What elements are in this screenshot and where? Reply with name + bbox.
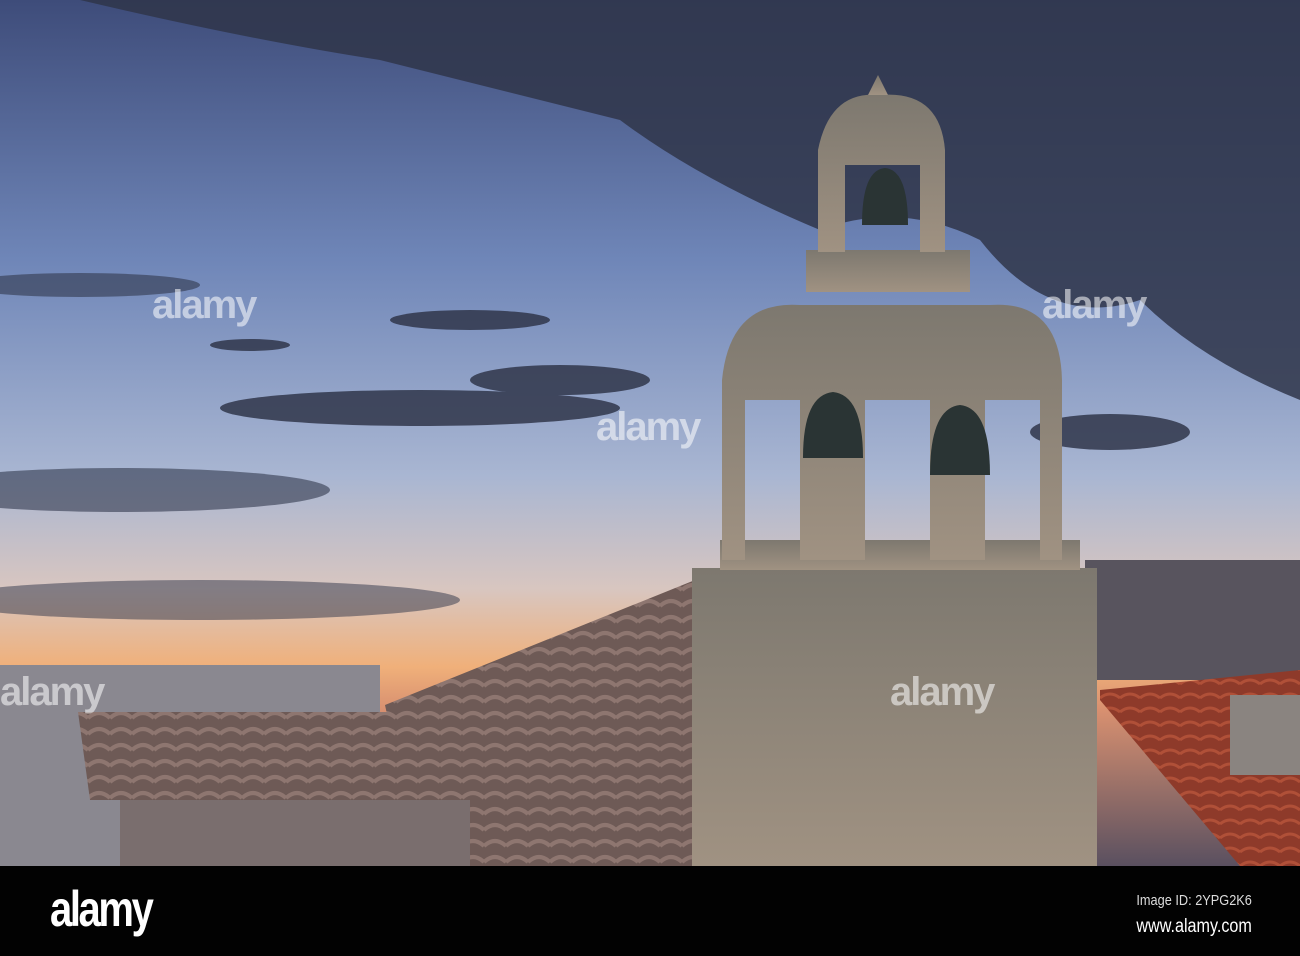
svg-text:alamy: alamy <box>1042 283 1148 327</box>
chimney <box>1230 695 1300 775</box>
background-buildings <box>1085 560 1300 680</box>
footer-bar: alamy Image ID: 2YPG2K6 www.alamy.com <box>0 866 1300 956</box>
lower-roof <box>78 712 540 800</box>
svg-text:alamy: alamy <box>596 405 702 449</box>
svg-text:alamy: alamy <box>152 283 258 327</box>
lower-wall <box>120 800 470 866</box>
photo: alamy alamy alamy alamy alamy <box>0 0 1300 866</box>
image-id: Image ID: 2YPG2K6 <box>1136 892 1252 909</box>
svg-text:alamy: alamy <box>890 670 996 714</box>
svg-text:alamy: alamy <box>0 670 106 714</box>
site-url: www.alamy.com <box>1136 916 1252 937</box>
alamy-logo: alamy <box>50 881 154 937</box>
